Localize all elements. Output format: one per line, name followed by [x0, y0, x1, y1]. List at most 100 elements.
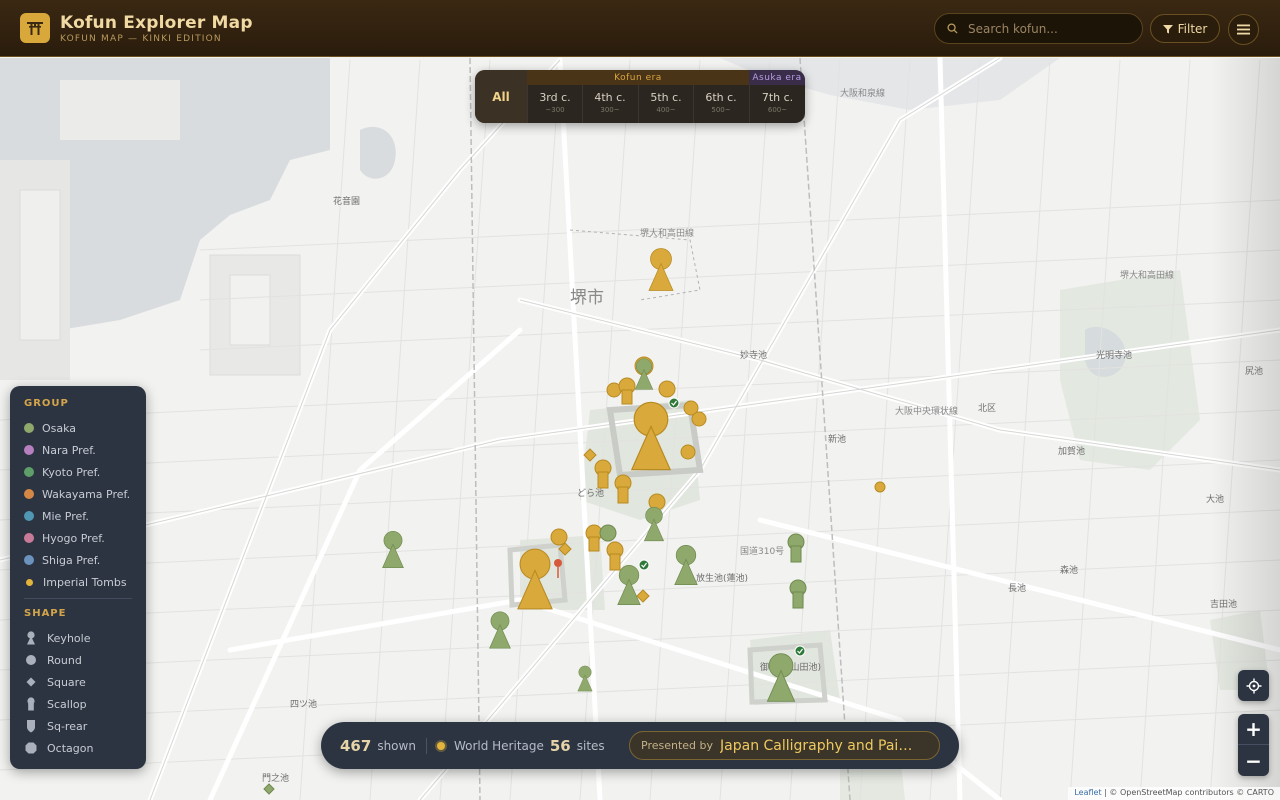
era-year: 400~: [656, 106, 676, 114]
era-year: 600~: [767, 106, 788, 114]
legend-group-mie[interactable]: Mie Pref.: [24, 505, 132, 527]
group-color-dot: [24, 533, 34, 543]
group-color-dot: [24, 555, 34, 565]
heritage-count: 56: [549, 736, 571, 755]
legend-shape-octagon[interactable]: Octagon: [24, 737, 132, 759]
legend-group-shiga[interactable]: Shiga Pref.: [24, 549, 132, 571]
kofun-marker: [631, 401, 671, 471]
legend-group-hyogo[interactable]: Hyogo Pref.: [24, 527, 132, 549]
legend-group-osaka[interactable]: Osaka: [24, 417, 132, 439]
legend-group-kyoto[interactable]: Kyoto Pref.: [24, 461, 132, 483]
era-year: ~300: [545, 106, 565, 114]
legend-shape-keyhole[interactable]: Keyhole: [24, 627, 132, 649]
group-color-dot: [24, 445, 34, 455]
legend-label: Wakayama Pref.: [42, 487, 131, 501]
legend-label: Round: [47, 653, 82, 667]
era-label: 5th c.: [650, 91, 682, 104]
shown-label: shown: [377, 738, 416, 753]
legend-group-wakayama[interactable]: Wakayama Pref.: [24, 483, 132, 505]
era-year: 300~: [600, 106, 620, 114]
zoom-control: + −: [1238, 714, 1269, 776]
era-label: 3rd c.: [539, 91, 571, 104]
era-7th-century-button[interactable]: 7th c. 600~: [749, 85, 805, 123]
legend-shape-square[interactable]: Square: [24, 671, 132, 693]
kofun-marker: [617, 565, 641, 605]
filter-button[interactable]: Filter: [1150, 14, 1220, 43]
zoom-out-button[interactable]: −: [1238, 745, 1269, 776]
heritage-unit: sites: [576, 738, 605, 753]
presenter-name: Japan Calligraphy and Painting: [720, 737, 919, 754]
legend-label: Osaka: [42, 421, 77, 435]
legend-shape-round[interactable]: Round: [24, 649, 132, 671]
world-heritage-dot-icon: [436, 741, 445, 750]
era-3rd-century-button[interactable]: 3rd c. ~300: [527, 85, 582, 123]
kofun-marker: [766, 653, 796, 702]
menu-button[interactable]: [1228, 14, 1259, 45]
shown-count: 467: [340, 736, 372, 755]
crosshair-icon: [1246, 678, 1261, 693]
legend-label: Scallop: [47, 697, 87, 711]
group-color-dot: [24, 489, 34, 499]
search-box[interactable]: [934, 13, 1143, 44]
legend-shape-title: SHAPE: [24, 608, 67, 619]
legend-label: Sq-rear: [47, 719, 88, 733]
heritage-label: World Heritage: [453, 738, 544, 753]
kofun-marker: [517, 548, 553, 610]
legend-label: Shiga Pref.: [42, 553, 101, 567]
leaflet-link[interactable]: Leaflet: [1074, 788, 1101, 797]
era-4th-century-button[interactable]: 4th c. 300~: [582, 85, 637, 123]
legend-group-title: GROUP: [24, 398, 69, 409]
legend-label: Imperial Tombs: [43, 575, 127, 589]
keyhole-icon: [24, 631, 38, 645]
era-all-button[interactable]: All: [475, 70, 527, 123]
legend-label: Mie Pref.: [42, 509, 89, 523]
torii-logo-icon: [20, 13, 50, 43]
legend-group-imperial[interactable]: Imperial Tombs: [24, 571, 132, 593]
funnel-icon: [1162, 24, 1173, 33]
era-6th-century-button[interactable]: 6th c. 500~: [693, 85, 748, 123]
app-subtitle: KOFUN MAP — KINKI EDITION: [60, 33, 222, 44]
search-input[interactable]: [968, 21, 1128, 36]
kofun-marker: [382, 530, 404, 569]
group-color-dot: [24, 511, 34, 521]
legend-label: Kyoto Pref.: [42, 465, 101, 479]
filter-label: Filter: [1177, 21, 1208, 36]
kofun-marker: [674, 545, 698, 585]
square-icon: [24, 675, 38, 689]
presented-by-link[interactable]: Presented by Japan Calligraphy and Paint…: [629, 731, 940, 760]
locate-button[interactable]: [1238, 670, 1269, 701]
app-title: Kofun Explorer Map: [60, 12, 253, 33]
legend-shape-scallop[interactable]: Scallop: [24, 693, 132, 715]
presented-label: Presented by: [641, 739, 714, 752]
attribution-text: | © OpenStreetMap contributors © CARTO: [1104, 788, 1274, 797]
era-label: 4th c.: [594, 91, 626, 104]
zoom-in-button[interactable]: +: [1238, 714, 1269, 745]
legend-panel: GROUP Osaka Nara Pref. Kyoto Pref. Wakay…: [10, 386, 146, 769]
legend-label: Hyogo Pref.: [42, 531, 105, 545]
legend-label: Square: [47, 675, 86, 689]
era-year: 500~: [711, 106, 731, 114]
era-label: 6th c.: [705, 91, 737, 104]
era-band-asuka: Asuka era: [749, 70, 805, 85]
kofun-marker: [644, 506, 664, 542]
era-label: 7th c.: [761, 91, 794, 104]
legend-label: Keyhole: [47, 631, 91, 645]
search-icon: [947, 23, 958, 34]
app-header: Kofun Explorer Map KOFUN MAP — KINKI EDI…: [0, 0, 1280, 57]
legend-label: Octagon: [47, 741, 94, 755]
group-color-dot: [26, 578, 33, 586]
stats-bar: 467 shown World Heritage 56 sites Presen…: [321, 722, 959, 769]
kofun-marker: [489, 611, 511, 649]
kofun-marker: [648, 248, 674, 291]
legend-shape-sq-rear[interactable]: Sq-rear: [24, 715, 132, 737]
round-icon: [24, 653, 38, 667]
era-5th-century-button[interactable]: 5th c. 400~: [638, 85, 693, 123]
group-color-dot: [24, 423, 34, 433]
hamburger-icon: [1237, 24, 1250, 35]
legend-group-nara[interactable]: Nara Pref.: [24, 439, 132, 461]
kofun-marker: [634, 358, 654, 390]
kofun-marker: [577, 665, 593, 692]
stats-divider: [425, 737, 427, 754]
group-color-dot: [24, 467, 34, 477]
sq-rear-icon: [24, 719, 38, 733]
